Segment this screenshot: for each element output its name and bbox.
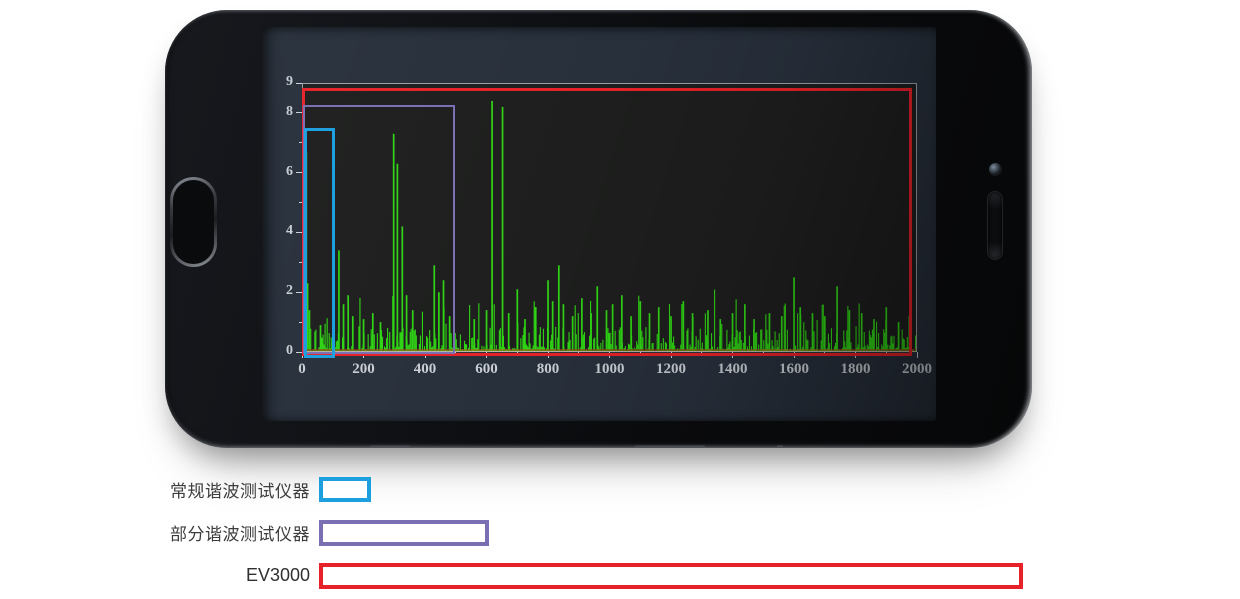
overlay-常规谐波测试仪器: [304, 128, 335, 358]
legend: 常规谐波测试仪器 部分谐波测试仪器 EV3000: [150, 476, 1023, 589]
legend-row-conventional: 常规谐波测试仪器: [150, 476, 1023, 503]
antenna-line: [370, 445, 410, 447]
x-tick-label: 0: [274, 361, 330, 378]
x-tick-label: 2000: [889, 361, 936, 378]
legend-label-partial: 部分谐波测试仪器: [150, 520, 310, 545]
legend-row-partial: 部分谐波测试仪器: [150, 519, 1023, 546]
y-tick-label: 6: [263, 164, 293, 180]
x-tick-label: 600: [459, 361, 515, 378]
speaker-icon: [988, 192, 1002, 259]
legend-swatch-cyan: [319, 477, 371, 502]
x-tick-label: 1400: [705, 361, 761, 378]
x-tick-label: 400: [397, 361, 453, 378]
x-tick-label: 1200: [643, 361, 699, 378]
x-tick-label: 200: [336, 361, 392, 378]
legend-swatch-purple: [319, 520, 489, 546]
y-tick-label: 9: [263, 74, 293, 90]
microphone-hole-icon: [777, 445, 783, 447]
phone-screen: 0 200 400 600 800 1000 1200 1400 1600 1800 2000 0 2 4…: [262, 27, 936, 421]
x-tick-label: 800: [520, 361, 576, 378]
phone-frame: 0 200 400 600 800 1000 1200 1400 1600 1800 2000 0 2 4…: [165, 10, 1032, 448]
y-tick-label: 2: [263, 283, 293, 299]
legend-label-conventional: 常规谐波测试仪器: [150, 477, 310, 502]
y-tick: [296, 83, 302, 84]
legend-label-ev3000: EV3000: [150, 565, 310, 586]
antenna-line: [635, 445, 705, 447]
x-tick-label: 1600: [766, 361, 822, 378]
plot-area: 0200400600800100012001400160018002000024…: [302, 83, 917, 352]
legend-swatch-red: [319, 563, 1023, 589]
y-tick-label: 0: [263, 343, 293, 359]
x-tick: [917, 352, 918, 358]
legend-row-ev3000: EV3000: [150, 562, 1023, 589]
x-tick-label: 1000: [582, 361, 638, 378]
y-tick-label: 8: [263, 104, 293, 120]
home-button: [170, 177, 217, 267]
camera-icon: [989, 163, 1002, 176]
page: 0 200 400 600 800 1000 1200 1400 1600 1800 2000 0 2 4…: [0, 0, 1240, 599]
x-tick-label: 1800: [828, 361, 884, 378]
y-tick-label: 4: [263, 223, 293, 239]
